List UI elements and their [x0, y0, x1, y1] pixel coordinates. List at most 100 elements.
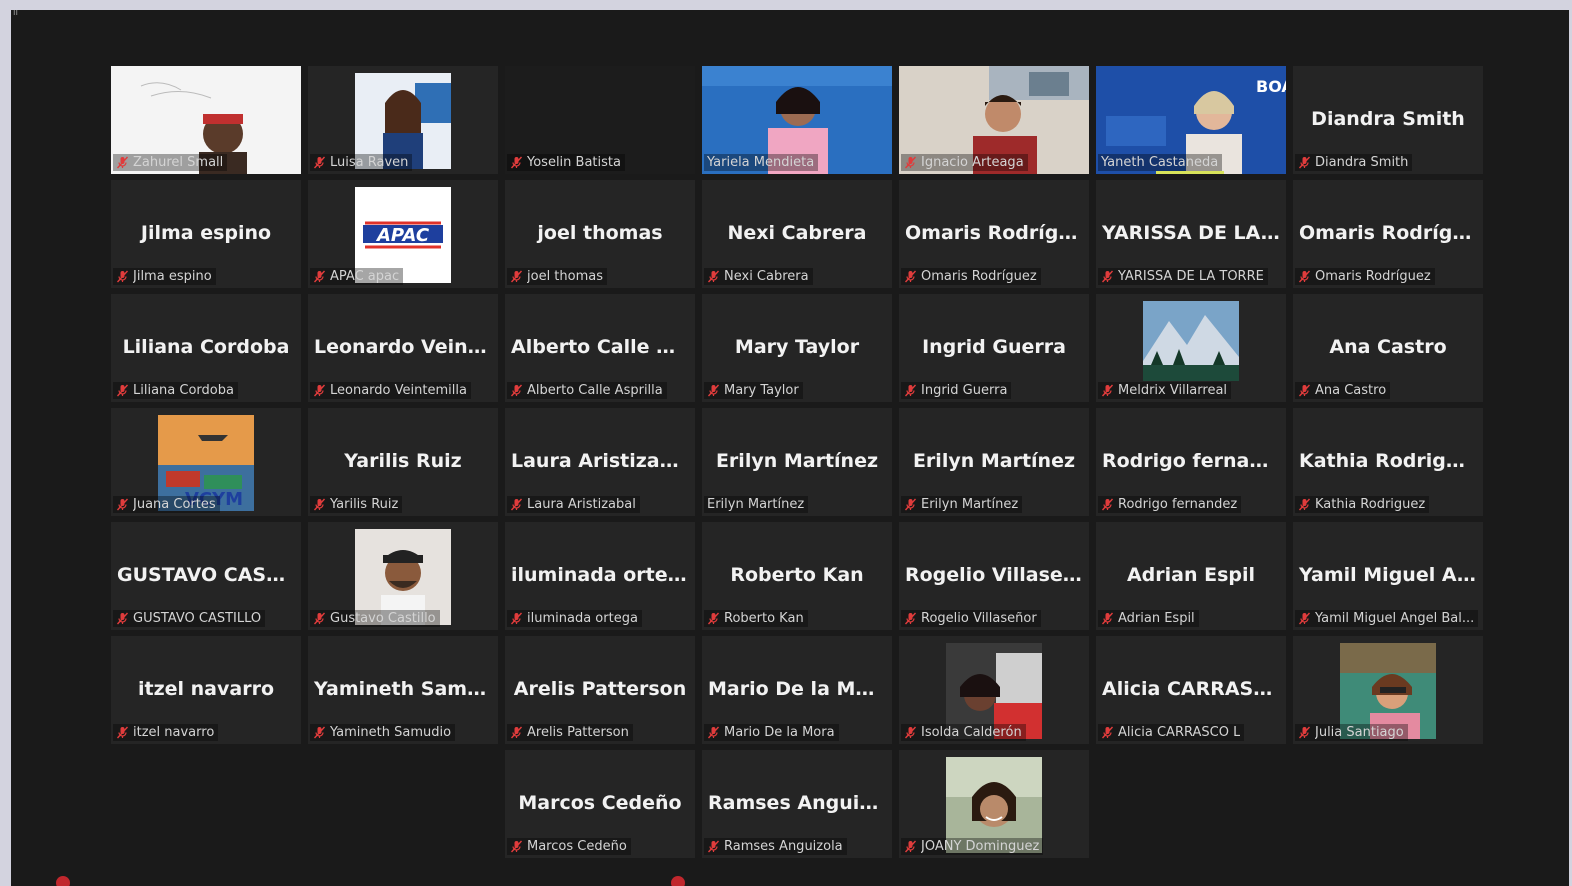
- participant-name-text: Luisa Raven: [330, 155, 409, 170]
- participant-display-name: Alicia CARRASC...: [1102, 678, 1286, 700]
- participant-display-name: Mary Taylor: [734, 336, 860, 358]
- participant-tile[interactable]: JOANY Dominguez: [899, 750, 1089, 858]
- mic-muted-icon: [904, 156, 917, 169]
- participant-name-text: Mary Taylor: [724, 383, 799, 398]
- participant-name-label: Laura Aristizabal: [507, 496, 640, 513]
- mic-muted-icon: [510, 498, 523, 511]
- participant-tile[interactable]: Ana Castro Ana Castro: [1293, 294, 1483, 402]
- mic-muted-icon: [904, 840, 917, 853]
- participant-tile[interactable]: Isolda Calderón: [899, 636, 1089, 744]
- participant-tile[interactable]: Alicia CARRASC... Alicia CARRASCO L: [1096, 636, 1286, 744]
- participant-tile[interactable]: Omaris Rodríguez Omaris Rodríguez: [899, 180, 1089, 288]
- participant-name-label: APAC apac: [310, 268, 404, 285]
- participant-name-text: Yoselin Batista: [527, 155, 621, 170]
- participant-tile[interactable]: Ingrid Guerra Ingrid Guerra: [899, 294, 1089, 402]
- mic-muted-icon: [510, 840, 523, 853]
- mic-muted-icon: [904, 726, 917, 739]
- participant-name-text: Zahurel Small: [133, 155, 224, 170]
- participant-display-name: Kathia Rodriguez: [1299, 450, 1483, 472]
- participant-tile[interactable]: Arelis Patterson Arelis Patterson: [505, 636, 695, 744]
- participant-name-label: Omaris Rodríguez: [901, 268, 1041, 285]
- participant-name-text: iluminada ortega: [527, 611, 638, 626]
- leave-indicator-icon[interactable]: [56, 876, 70, 886]
- participant-name-text: Meldrix Villarreal: [1118, 383, 1228, 398]
- participant-tile[interactable]: Rodrigo fernan... Rodrigo fernandez: [1096, 408, 1286, 516]
- mic-muted-icon: [313, 384, 326, 397]
- participant-tile[interactable]: Yamineth Samu... Yamineth Samudio: [308, 636, 498, 744]
- participant-name-text: Leonardo Veintemilla: [330, 383, 467, 398]
- participant-name-label: joel thomas: [507, 268, 608, 285]
- participant-name-text: Isolda Calderón: [921, 725, 1022, 740]
- meeting-window: ıı Zahurel Small Luisa Raven Yoselin Batis…: [11, 10, 1569, 886]
- participant-name-text: Rodrigo fernandez: [1118, 497, 1238, 512]
- participant-name-text: itzel navarro: [133, 725, 215, 740]
- participant-name-text: Liliana Cordoba: [133, 383, 234, 398]
- participant-tile[interactable]: Yariela Mendieta: [702, 66, 892, 174]
- participant-display-name: Arelis Patterson: [513, 678, 687, 700]
- mic-muted-icon: [313, 612, 326, 625]
- participant-tile[interactable]: Erilyn Martínez Erilyn Martínez: [702, 408, 892, 516]
- participant-tile[interactable]: Meldrix Villarreal: [1096, 294, 1286, 402]
- participant-tile[interactable]: iluminada ortega iluminada ortega: [505, 522, 695, 630]
- participant-tile[interactable]: APAC APAC apac: [308, 180, 498, 288]
- participant-tile[interactable]: Julia Santiago: [1293, 636, 1483, 744]
- participant-name-label: Liliana Cordoba: [113, 382, 238, 399]
- mic-muted-icon: [116, 612, 129, 625]
- participant-tile[interactable]: itzel navarro itzel navarro: [111, 636, 301, 744]
- participant-name-label: Ingrid Guerra: [901, 382, 1012, 399]
- participant-tile[interactable]: Diandra Smith Diandra Smith: [1293, 66, 1483, 174]
- participant-tile[interactable]: Yamil Miguel A... Yamil Miguel Angel Bal.…: [1293, 522, 1483, 630]
- participant-tile[interactable]: Omaris Rodríguez Omaris Rodríguez: [1293, 180, 1483, 288]
- participant-tile[interactable]: Yarilis Ruiz Yarilis Ruiz: [308, 408, 498, 516]
- participant-tile[interactable]: Liliana Cordoba Liliana Cordoba: [111, 294, 301, 402]
- participant-tile[interactable]: Yoselin Batista: [505, 66, 695, 174]
- mic-muted-icon: [510, 270, 523, 283]
- mic-muted-icon: [707, 270, 720, 283]
- participant-tile[interactable]: BOA Yaneth Castaneda: [1096, 66, 1286, 174]
- participant-tile[interactable]: Ignacio Arteaga: [899, 66, 1089, 174]
- participant-tile[interactable]: Ramses Anguiz... Ramses Anguizola: [702, 750, 892, 858]
- notification-dot-icon[interactable]: [671, 876, 685, 886]
- participant-tile[interactable]: Rogelio Villaseñor Rogelio Villaseñor: [899, 522, 1089, 630]
- mic-muted-icon: [1298, 612, 1311, 625]
- participant-tile[interactable]: Nexi Cabrera Nexi Cabrera: [702, 180, 892, 288]
- mic-muted-icon: [1101, 384, 1114, 397]
- participant-display-name: iluminada ortega: [511, 564, 695, 586]
- participant-tile[interactable]: YARISSA DE LA... YARISSA DE LA TORRE: [1096, 180, 1286, 288]
- participant-display-name: Laura Aristizabal: [511, 450, 693, 472]
- participant-tile[interactable]: Leonardo Veint... Leonardo Veintemilla: [308, 294, 498, 402]
- participant-display-name: Rodrigo fernan...: [1102, 450, 1285, 472]
- participant-tile[interactable]: Mary Taylor Mary Taylor: [702, 294, 892, 402]
- mic-muted-icon: [313, 156, 326, 169]
- participant-tile[interactable]: Mario De la Mora Mario De la Mora: [702, 636, 892, 744]
- participant-name-text: Yamil Miguel Angel Bal...: [1315, 611, 1475, 626]
- participant-tile[interactable]: Roberto Kan Roberto Kan: [702, 522, 892, 630]
- participant-name-text: Alicia CARRASCO L: [1118, 725, 1241, 740]
- participant-tile[interactable]: Gustavo Castillo: [308, 522, 498, 630]
- participant-tile[interactable]: Erilyn Martínez Erilyn Martínez: [899, 408, 1089, 516]
- mic-muted-icon: [116, 270, 129, 283]
- participant-tile[interactable]: Laura Aristizabal Laura Aristizabal: [505, 408, 695, 516]
- participant-tile[interactable]: joel thomas joel thomas: [505, 180, 695, 288]
- mic-muted-icon: [1101, 498, 1114, 511]
- participant-tile[interactable]: Jilma espino Jilma espino: [111, 180, 301, 288]
- participant-tile[interactable]: Marcos Cedeño Marcos Cedeño: [505, 750, 695, 858]
- mic-muted-icon: [116, 726, 129, 739]
- participant-tile: [111, 750, 301, 858]
- participant-name-text: Omaris Rodríguez: [1315, 269, 1431, 284]
- participant-tile[interactable]: Zahurel Small: [111, 66, 301, 174]
- participant-name-text: Yariela Mendieta: [707, 155, 815, 170]
- participant-name-label: Omaris Rodríguez: [1295, 268, 1435, 285]
- participant-tile[interactable]: Adrian Espil Adrian Espil: [1096, 522, 1286, 630]
- participant-tile[interactable]: GUSTAVO CAST... GUSTAVO CASTILLO: [111, 522, 301, 630]
- mic-muted-icon: [510, 156, 523, 169]
- participant-tile[interactable]: Luisa Raven: [308, 66, 498, 174]
- participant-name-text: Yamineth Samudio: [330, 725, 452, 740]
- participant-tile[interactable]: VCYM Juana Cortes: [111, 408, 301, 516]
- participant-display-name: Liliana Cordoba: [122, 336, 290, 358]
- participant-tile[interactable]: Alberto Calle As... Alberto Calle Asprill…: [505, 294, 695, 402]
- participant-tile[interactable]: Kathia Rodriguez Kathia Rodriguez: [1293, 408, 1483, 516]
- participant-name-label: Zahurel Small: [113, 154, 228, 171]
- participant-name-label: Yamil Miguel Angel Bal...: [1295, 610, 1479, 627]
- mic-muted-icon: [904, 270, 917, 283]
